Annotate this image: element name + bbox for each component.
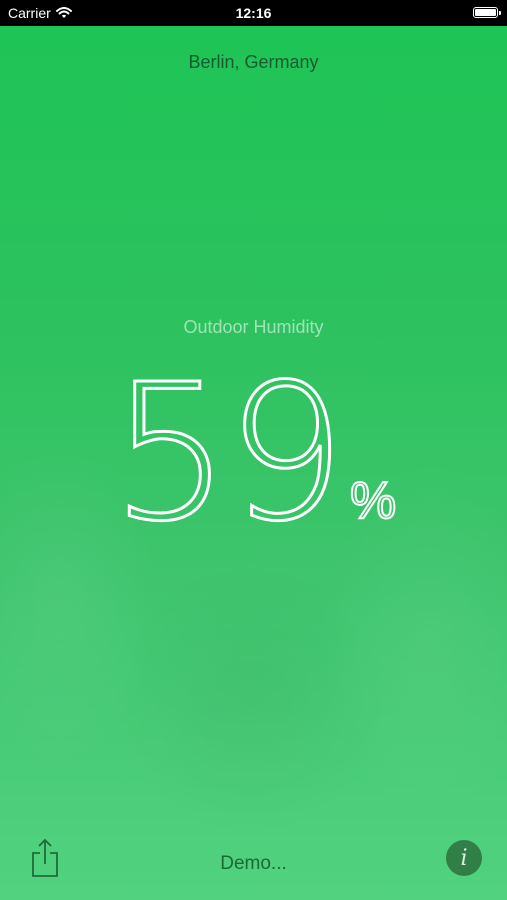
humidity-value: 59 xyxy=(109,344,347,563)
info-button[interactable]: i xyxy=(446,840,482,876)
location-title[interactable]: Berlin, Germany xyxy=(0,52,507,73)
battery-icon xyxy=(473,7,501,18)
demo-label[interactable]: Demo... xyxy=(0,853,507,875)
info-icon: i xyxy=(460,845,468,871)
status-bar: Carrier 12:16 xyxy=(0,0,507,26)
battery-tip xyxy=(499,11,501,15)
humidity-reading: 59% xyxy=(0,358,507,549)
metric-label: Outdoor Humidity xyxy=(183,317,324,337)
humidity-unit: % xyxy=(349,471,397,531)
battery-level xyxy=(475,9,496,16)
status-time: 12:16 xyxy=(235,5,272,21)
